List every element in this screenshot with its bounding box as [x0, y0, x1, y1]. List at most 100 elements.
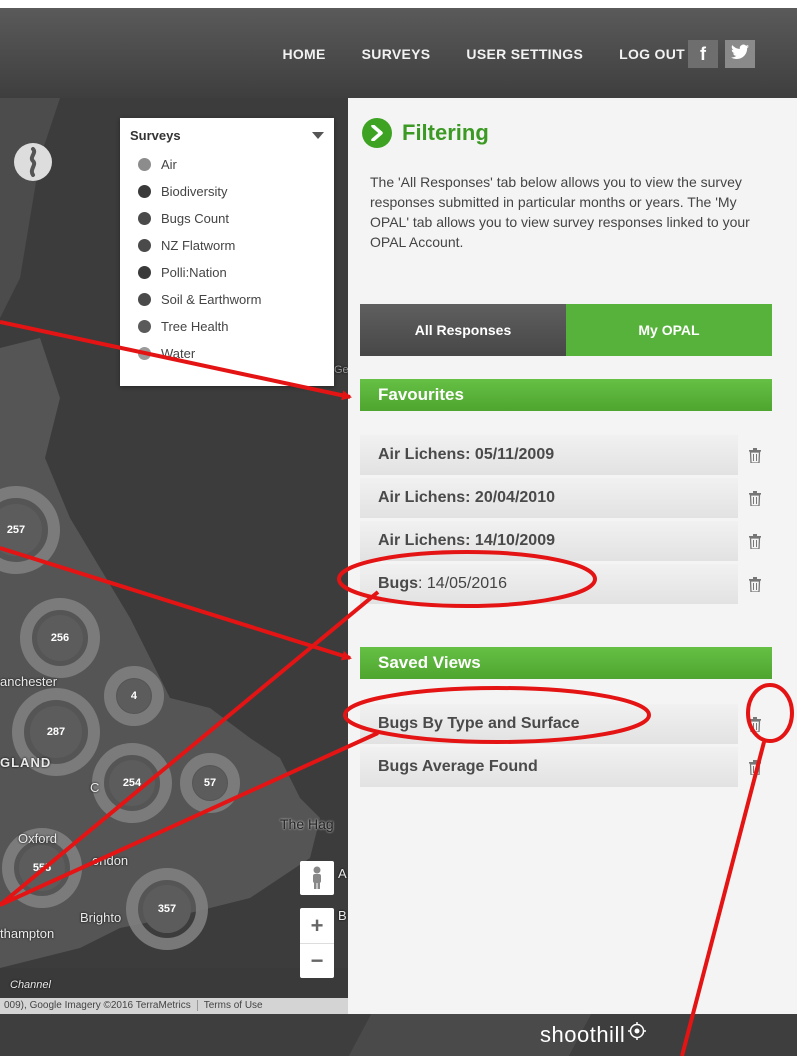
favourite-item[interactable]: Air Lichens : 14/10/2009 — [360, 521, 738, 561]
favourite-name: Air Lichens — [378, 532, 466, 549]
panel-title: Filtering — [402, 120, 489, 145]
map-label-the-hague: The Hag — [280, 816, 334, 832]
map-label-brighton: Brighto — [80, 910, 122, 925]
nav-log-out[interactable]: LOG OUT — [619, 46, 685, 62]
favourite-name: Bugs — [378, 575, 418, 592]
filter-panel: Filtering The 'All Responses' tab below … — [348, 98, 797, 1014]
legend-label: Soil & Earthworm — [161, 292, 262, 307]
saved-views-header: Saved Views — [360, 647, 772, 679]
favourite-row: Air Lichens : 14/10/2009 — [360, 521, 772, 561]
legend-item[interactable]: Polli:Nation — [130, 259, 324, 286]
favourites-header: Favourites — [360, 379, 772, 411]
map-label-edge-a: A — [338, 866, 347, 881]
response-tabs: All Responses My OPAL — [360, 304, 772, 356]
legend-label: Water — [161, 346, 196, 361]
legend-item[interactable]: Soil & Earthworm — [130, 286, 324, 313]
legend-color-dot — [138, 266, 151, 279]
map-label-manchester: anchester — [0, 674, 58, 689]
favourite-row: Bugs : 14/05/2016 — [360, 564, 772, 604]
legend-color-dot — [138, 293, 151, 306]
legend-item[interactable]: Biodiversity — [130, 178, 324, 205]
attribution-text: 009), Google Imagery ©2016 TerraMetrics — [4, 1000, 191, 1011]
map-label-edge-b: B — [338, 908, 347, 923]
zoom-out-button[interactable]: − — [300, 943, 334, 978]
terms-of-use-link[interactable]: Terms of Use — [196, 1000, 263, 1011]
zoom-in-button[interactable]: + — [300, 908, 334, 943]
saved-view-row: Bugs Average Found — [360, 747, 772, 787]
trash-icon[interactable] — [738, 704, 772, 744]
legend-item[interactable]: Tree Health — [130, 313, 324, 340]
map-cluster[interactable]: 4 — [104, 666, 164, 726]
chevron-right-icon — [362, 118, 392, 148]
map-label-edge-c: C — [90, 780, 100, 795]
map-cluster[interactable]: 57 — [180, 753, 240, 813]
favourite-date: : 05/11/2009 — [465, 446, 555, 463]
surveys-dropdown[interactable]: Surveys — [130, 128, 324, 143]
map-cluster[interactable]: 254 — [92, 743, 172, 823]
favourite-item[interactable]: Air Lichens : 20/04/2010 — [360, 478, 738, 518]
twitter-icon[interactable] — [725, 40, 755, 68]
legend-title: Surveys — [130, 128, 181, 143]
legend-label: Polli:Nation — [161, 265, 227, 280]
legend-item[interactable]: Bugs Count — [130, 205, 324, 232]
favourite-row: Air Lichens : 20/04/2010 — [360, 478, 772, 518]
favourite-name: Air Lichens — [378, 446, 466, 463]
trash-icon[interactable] — [738, 747, 772, 787]
tab-all-responses[interactable]: All Responses — [360, 304, 566, 356]
worm-icon[interactable] — [14, 143, 52, 181]
map-label-england: GLAND — [0, 755, 52, 770]
saved-view-row: Bugs By Type and Surface — [360, 704, 772, 744]
saved-view-item[interactable]: Bugs By Type and Surface — [360, 704, 738, 744]
favourite-item[interactable]: Bugs : 14/05/2016 — [360, 564, 738, 604]
legend-color-dot — [138, 158, 151, 171]
favourite-date: : 20/04/2010 — [465, 489, 555, 506]
saved-view-item[interactable]: Bugs Average Found — [360, 747, 738, 787]
legend-item[interactable]: NZ Flatworm — [130, 232, 324, 259]
legend-label: Bugs Count — [161, 211, 229, 226]
filter-description: The 'All Responses' tab below allows you… — [370, 174, 750, 250]
legend-color-dot — [138, 320, 151, 333]
nav-user-settings[interactable]: USER SETTINGS — [466, 46, 583, 62]
legend-label: NZ Flatworm — [161, 238, 236, 253]
legend-list: Air Biodiversity Bugs Count NZ Flatworm Poll… — [130, 151, 324, 367]
saved-view-name: Bugs By Type and Surface — [378, 715, 580, 732]
map-cluster[interactable]: 357 — [126, 868, 208, 950]
nav-home[interactable]: HOME — [282, 46, 325, 62]
facebook-icon[interactable]: f — [688, 40, 718, 68]
favourite-item[interactable]: Air Lichens : 05/11/2009 — [360, 435, 738, 475]
street-view-pegman-icon[interactable] — [300, 861, 334, 895]
main-nav: HOME SURVEYS USER SETTINGS LOG OUT — [282, 46, 685, 62]
legend-label: Tree Health — [161, 319, 229, 334]
trash-icon[interactable] — [738, 564, 772, 604]
brand-name: shoothill — [540, 1022, 626, 1047]
favourite-row: Air Lichens : 05/11/2009 — [360, 435, 772, 475]
legend-item[interactable]: Air — [130, 151, 324, 178]
tab-my-opal[interactable]: My OPAL — [566, 304, 772, 356]
legend-color-dot — [138, 347, 151, 360]
legend-label: Biodiversity — [161, 184, 228, 199]
map-cluster[interactable]: 256 — [20, 598, 100, 678]
legend-item[interactable]: Water — [130, 340, 324, 367]
map-attribution: 009), Google Imagery ©2016 TerraMetrics T… — [0, 998, 348, 1014]
trash-icon[interactable] — [738, 521, 772, 561]
crosshair-icon — [628, 1022, 647, 1040]
map-label-london: ondon — [92, 853, 129, 868]
top-nav-bar: HOME SURVEYS USER SETTINGS LOG OUT f — [0, 8, 797, 98]
nav-surveys[interactable]: SURVEYS — [362, 46, 431, 62]
map-label-oxford: Oxford — [18, 831, 58, 846]
chevron-down-icon[interactable] — [312, 132, 324, 139]
legend-label: Air — [161, 157, 177, 172]
legend-color-dot — [138, 239, 151, 252]
surveys-legend: Surveys Air Biodiversity Bugs Count NZ Flat… — [120, 118, 334, 386]
trash-icon[interactable] — [738, 478, 772, 518]
legend-color-dot — [138, 212, 151, 225]
filter-header: Filtering — [362, 118, 489, 148]
zoom-control: + − — [300, 908, 334, 978]
saved-view-name: Bugs Average Found — [378, 758, 538, 775]
footer-bar: shoothill — [0, 1014, 797, 1056]
map-label-channel: Channel — [10, 979, 51, 991]
trash-icon[interactable] — [738, 435, 772, 475]
favourite-date: : 14/05/2016 — [418, 575, 507, 592]
shoothill-logo: shoothill — [540, 1022, 647, 1048]
app-frame: HOME SURVEYS USER SETTINGS LOG OUT f 257… — [0, 8, 797, 1056]
